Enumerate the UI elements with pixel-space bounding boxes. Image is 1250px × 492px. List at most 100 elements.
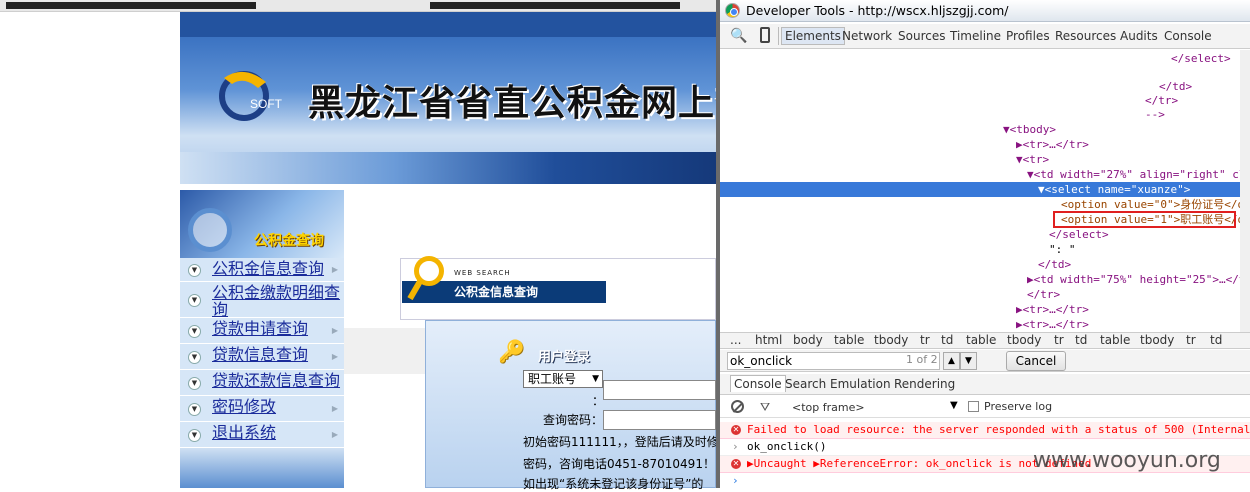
preserve-log-checkbox[interactable] (968, 401, 979, 412)
dom-line[interactable]: ▶<tr>…</tr> (720, 137, 1250, 152)
tab-elements[interactable]: Elements (781, 27, 845, 45)
breadcrumb-item[interactable]: tbody (1007, 333, 1041, 347)
frame-selector[interactable]: <top frame> (792, 401, 865, 414)
header-top-strip (180, 12, 716, 37)
dom-line[interactable]: </select> (720, 51, 1250, 66)
menu-item-loan-info[interactable]: ▼ 贷款信息查询 ▶ (180, 344, 344, 370)
dom-line[interactable]: ▼<tr> (720, 152, 1250, 167)
caret-down-icon: ▼ (592, 374, 599, 384)
tab-emulation[interactable]: Emulation (830, 377, 891, 391)
chevron-down-icon: ▼ (188, 402, 201, 416)
redacted-bar (430, 2, 680, 9)
menu-item-label[interactable]: 密码修改 (212, 398, 276, 415)
dom-text: </tr> (1145, 94, 1179, 107)
chevron-down-icon[interactable]: ▼ (960, 352, 977, 370)
content-gray-strip (344, 328, 426, 374)
arrow-right-icon: ▶ (331, 325, 338, 335)
dom-text: ▶<tr>…</tr> (1016, 303, 1089, 316)
chevron-down-icon: ▼ (188, 350, 201, 364)
breadcrumb-item[interactable]: tbody (1140, 333, 1174, 347)
menu-item-logout[interactable]: ▼ 退出系统 ▶ (180, 422, 344, 448)
tab-resources[interactable]: Resources (1055, 29, 1116, 43)
tab-audits[interactable]: Audits (1120, 29, 1158, 43)
account-type-select[interactable]: 职工账号 ▼ (523, 370, 603, 388)
tab-search[interactable]: Search (785, 377, 826, 391)
dom-scrollbar[interactable] (1240, 50, 1250, 332)
dom-text: </tr> (1027, 288, 1061, 301)
preserve-log-label: Preserve log (984, 400, 1053, 413)
chrome-icon (725, 3, 740, 18)
menu-item-loan-repayment[interactable]: ▼ 贷款还款信息查询 (180, 370, 344, 396)
device-mode-icon[interactable] (760, 27, 770, 43)
arrow-right-icon: ▶ (331, 264, 338, 274)
menu-item-label[interactable]: 贷款信息查询 (212, 346, 308, 363)
account-colon: ： (592, 394, 605, 408)
breadcrumb-item[interactable]: td (1075, 333, 1087, 347)
select-value: 职工账号 (528, 372, 577, 386)
tab-rendering[interactable]: Rendering (894, 377, 955, 391)
account-input[interactable] (603, 380, 716, 400)
dom-text: ": " (1049, 243, 1076, 256)
arrow-right-icon: ▶ (331, 429, 338, 439)
breadcrumb-item[interactable]: table (1100, 333, 1130, 347)
menu-item-label[interactable]: 贷款申请查询 (212, 320, 308, 337)
menu-item-loan-application[interactable]: ▼ 贷款申请查询 ▶ (180, 318, 344, 344)
devtools-title: Developer Tools - http://wscx.hljszgjj.c… (746, 3, 1009, 18)
chevron-down-icon: ▼ (188, 428, 201, 442)
dom-line[interactable]: ▶<td width="75%" height="25">…</t (720, 272, 1250, 287)
menu-item-payment-detail[interactable]: ▼ 公积金缴款明细查询 (180, 282, 344, 318)
chevron-up-icon[interactable]: ▲ (943, 352, 960, 370)
tab-profiles[interactable]: Profiles (1006, 29, 1050, 43)
login-title: 用户登录 (538, 350, 591, 365)
console-prompt[interactable]: › (720, 473, 1250, 490)
breadcrumb-item[interactable]: tr (1186, 333, 1196, 347)
menu-item-change-password[interactable]: ▼ 密码修改 ▶ (180, 396, 344, 422)
cancel-button[interactable]: Cancel (1006, 351, 1066, 371)
password-input[interactable] (603, 410, 716, 430)
dom-text: --> (1145, 108, 1165, 121)
menu-item-label[interactable]: 贷款还款信息查询 (212, 372, 340, 389)
soft-logo: SOFT (219, 71, 283, 121)
login-note: 如出现“系统未登记该身份证号”的 (523, 477, 704, 491)
breadcrumb-item[interactable]: tbody (874, 333, 908, 347)
dom-line[interactable]: ▼<td width="27%" align="right" cla (720, 167, 1250, 182)
breadcrumb-item[interactable]: tr (920, 333, 930, 347)
tab-sources[interactable]: Sources (898, 29, 945, 43)
dom-line[interactable]: </select> (720, 227, 1250, 242)
tab-timeline[interactable]: Timeline (950, 29, 1001, 43)
dom-line[interactable]: ": " (720, 242, 1250, 257)
dom-line[interactable]: </tr> (720, 93, 1250, 108)
dom-line[interactable]: </tr> (720, 287, 1250, 302)
menu-item-label[interactable]: 公积金缴款明细查询 (212, 284, 342, 318)
breadcrumb-item[interactable]: table (834, 333, 864, 347)
breadcrumb-item[interactable]: body (793, 333, 823, 347)
breadcrumb-item[interactable]: td (941, 333, 953, 347)
tab-network[interactable]: Network (842, 29, 892, 43)
breadcrumb-item[interactable]: tr (1054, 333, 1064, 347)
breadcrumb-item[interactable]: table (966, 333, 996, 347)
dom-line-selected[interactable]: ▼<select name="xuanze"> (720, 182, 1250, 197)
menu-item-label[interactable]: 退出系统 (212, 424, 276, 441)
dom-line[interactable]: ▶<tr>…</tr> (720, 302, 1250, 317)
dom-text: ▼<tbody> (1003, 123, 1056, 136)
dom-line[interactable]: ▶<tr>…</tr> (720, 317, 1250, 332)
dom-line[interactable]: </td> (720, 79, 1250, 94)
dom-line[interactable]: </td> (720, 257, 1250, 272)
menu-item-label[interactable]: 公积金信息查询 (212, 260, 324, 277)
input-chevron-icon: › (732, 440, 739, 453)
breadcrumb-item[interactable]: td (1210, 333, 1222, 347)
breadcrumb-item[interactable]: ... (730, 333, 741, 347)
tab-console[interactable]: Console (730, 375, 786, 392)
inspect-search-icon[interactable]: 🔍 (730, 28, 747, 44)
clear-console-icon[interactable] (731, 400, 744, 413)
menu-item-fund-info[interactable]: ▼ 公积金信息查询 ▶ (180, 258, 344, 282)
dom-line[interactable]: --> (720, 107, 1250, 122)
caret-down-icon[interactable]: ▼ (950, 400, 958, 411)
divider (778, 27, 779, 45)
dom-line[interactable]: <option value="0">身份证号</op (720, 197, 1250, 212)
tab-console[interactable]: Console (1164, 29, 1212, 43)
breadcrumb-item[interactable]: html (755, 333, 782, 347)
filter-icon[interactable]: ⛛ (760, 400, 770, 415)
site-header-banner: SOFT 黑龙江省省直公积金网上查 (180, 12, 716, 184)
dom-line[interactable]: ▼<tbody> (720, 122, 1250, 137)
